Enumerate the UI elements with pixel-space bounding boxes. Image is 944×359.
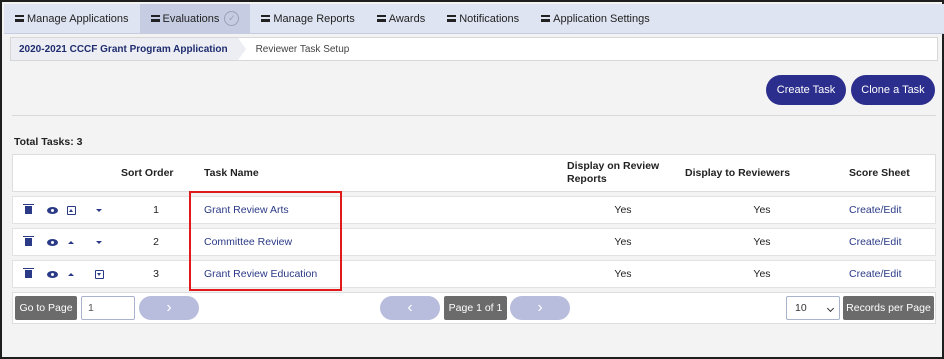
task-name-link[interactable]: Grant Review Education <box>204 261 317 287</box>
records-per-page-select[interactable]: 10 <box>786 296 840 320</box>
pagination-bar: Go to Page 1 › ‹ Page 1 of 1 › 10 Record… <box>12 292 936 324</box>
menu-icon <box>150 15 160 22</box>
records-per-page-label: Records per Page <box>843 296 934 320</box>
eye-icon[interactable] <box>47 207 58 214</box>
trash-icon[interactable] <box>23 204 34 214</box>
eye-icon[interactable] <box>47 271 58 278</box>
check-circle-icon: ✓ <box>224 11 240 26</box>
nav-evaluations[interactable]: Evaluations ✓ <box>139 4 251 33</box>
header-sort-order: Sort Order <box>121 167 174 179</box>
header-task-name: Task Name <box>204 167 259 179</box>
nav-manage-applications[interactable]: Manage Applications <box>4 4 140 33</box>
section-divider <box>12 115 936 116</box>
move-up-icon[interactable] <box>68 273 74 276</box>
page-info: Page 1 of 1 <box>444 296 507 320</box>
page-number-input[interactable]: 1 <box>81 296 135 320</box>
breadcrumb-current: Reviewer Task Setup <box>255 43 350 55</box>
cell-display-to-reviewers: Yes <box>753 236 771 248</box>
cell-sort-order: 1 <box>153 204 159 216</box>
cell-display-to-reviewers: Yes <box>753 268 771 280</box>
chevron-right-icon: › <box>166 299 172 316</box>
records-per-page-value: 10 <box>795 302 807 314</box>
move-to-top-icon[interactable] <box>67 206 76 215</box>
nav-label: Manage Reports <box>273 12 355 25</box>
nav-label: Evaluations <box>162 12 220 25</box>
cell-display-on-review-reports: Yes <box>614 204 632 216</box>
create-task-button[interactable]: Create Task <box>766 75 846 105</box>
total-tasks-count: Total Tasks: 3 <box>14 136 83 148</box>
task-name-link[interactable]: Grant Review Arts <box>204 197 289 223</box>
chevron-left-icon: ‹ <box>407 299 413 316</box>
previous-page-button[interactable]: ‹ <box>380 296 440 320</box>
task-name-link[interactable]: Committee Review <box>204 229 292 255</box>
breadcrumb-parent-link[interactable]: 2020-2021 CCCF Grant Program Application <box>11 38 246 60</box>
table-header: Sort Order Task Name Display on Review R… <box>12 154 936 192</box>
header-display-to-reviewers: Display to Reviewers <box>685 167 791 179</box>
cell-display-on-review-reports: Yes <box>614 236 632 248</box>
move-up-icon[interactable] <box>68 241 74 244</box>
move-down-icon[interactable] <box>96 209 102 212</box>
trash-icon[interactable] <box>23 268 34 278</box>
table-row: 2 Committee Review Yes Yes Create/Edit <box>12 228 936 256</box>
score-sheet-link[interactable]: Create/Edit <box>849 261 902 287</box>
move-to-bottom-icon[interactable] <box>95 270 104 279</box>
score-sheet-link[interactable]: Create/Edit <box>849 229 902 255</box>
nav-application-settings[interactable]: Application Settings <box>530 4 661 33</box>
nav-awards[interactable]: Awards <box>366 4 436 33</box>
cell-sort-order: 3 <box>153 268 159 280</box>
move-down-icon[interactable] <box>96 241 102 244</box>
nav-label: Manage Applications <box>27 12 129 25</box>
next-page-button[interactable]: › <box>510 296 570 320</box>
cell-display-on-review-reports: Yes <box>614 268 632 280</box>
nav-label: Notifications <box>459 12 520 25</box>
nav-notifications[interactable]: Notifications <box>436 4 530 33</box>
breadcrumb: 2020-2021 CCCF Grant Program Application… <box>10 37 938 61</box>
header-display-on-review-reports: Display on Review Reports <box>567 160 660 185</box>
table-row: 3 Grant Review Education Yes Yes Create/… <box>12 260 936 288</box>
chevron-down-icon <box>826 304 835 313</box>
go-next-button[interactable]: › <box>139 296 199 320</box>
header-score-sheet: Score Sheet <box>849 167 910 179</box>
menu-icon <box>376 15 386 22</box>
cell-sort-order: 2 <box>153 236 159 248</box>
menu-icon <box>15 15 24 22</box>
nav-manage-reports[interactable]: Manage Reports <box>250 4 365 33</box>
top-nav: Manage Applications Evaluations ✓ Manage… <box>4 4 944 34</box>
eye-icon[interactable] <box>47 239 58 246</box>
menu-icon <box>261 15 271 22</box>
menu-icon <box>541 15 551 22</box>
table-row: 1 Grant Review Arts Yes Yes Create/Edit <box>12 196 936 224</box>
app-frame: Manage Applications Evaluations ✓ Manage… <box>0 0 944 359</box>
menu-icon <box>447 15 457 22</box>
clone-task-button[interactable]: Clone a Task <box>851 75 935 105</box>
chevron-right-icon: › <box>537 299 543 316</box>
nav-label: Application Settings <box>553 12 650 25</box>
trash-icon[interactable] <box>23 236 34 246</box>
go-to-page-button[interactable]: Go to Page <box>15 296 77 320</box>
cell-display-to-reviewers: Yes <box>753 204 771 216</box>
nav-label: Awards <box>388 12 426 25</box>
score-sheet-link[interactable]: Create/Edit <box>849 197 902 223</box>
